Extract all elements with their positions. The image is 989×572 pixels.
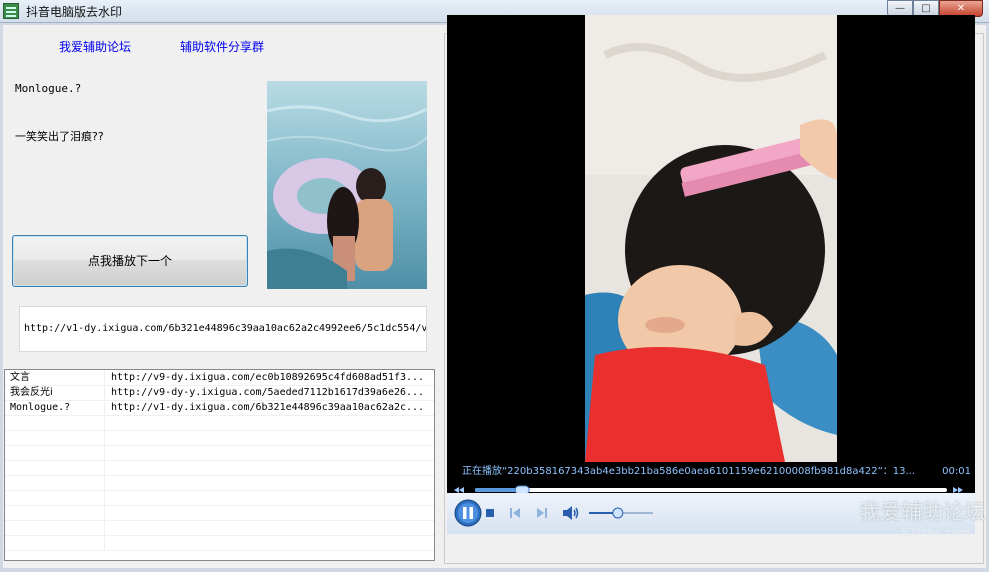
empty-row bbox=[5, 535, 434, 551]
share-group-link[interactable]: 辅助软件分享群 bbox=[180, 38, 264, 55]
list-item[interactable]: 文言 http://v9-dy.ixigua.com/ec0b10892695c… bbox=[5, 370, 434, 386]
stop-icon[interactable] bbox=[485, 508, 495, 518]
list-item-author: 我会反光i bbox=[5, 385, 105, 400]
forum-link[interactable]: 我爱辅助论坛 bbox=[59, 38, 131, 55]
pause-icon[interactable] bbox=[453, 498, 483, 528]
media-player[interactable]: 正在播放“220b358167343ab4e3bb21ba586e0aea610… bbox=[447, 15, 975, 534]
previous-icon[interactable] bbox=[509, 507, 521, 519]
empty-row bbox=[5, 415, 434, 431]
list-item-author: 文言 bbox=[5, 370, 105, 385]
list-item-author: Monlogue.? bbox=[5, 400, 105, 415]
author-label: Monlogue.? bbox=[15, 82, 82, 95]
caption-label: 一笑笑出了泪痕?? bbox=[15, 130, 104, 143]
seek-row bbox=[447, 481, 975, 495]
list-item[interactable]: Monlogue.? http://v1-dy.ixigua.com/6b321… bbox=[5, 400, 434, 416]
playback-status: 正在播放“220b358167343ab4e3bb21ba586e0aea610… bbox=[447, 464, 975, 480]
elapsed-time: 00:01 bbox=[942, 466, 971, 477]
cover-thumbnail bbox=[267, 81, 427, 289]
app-icon bbox=[3, 3, 19, 19]
next-icon[interactable] bbox=[536, 507, 548, 519]
empty-row bbox=[5, 520, 434, 536]
video-frame[interactable] bbox=[585, 15, 837, 462]
empty-row bbox=[5, 445, 434, 461]
volume-slider[interactable] bbox=[587, 506, 657, 520]
empty-row bbox=[5, 505, 434, 521]
watermark-domain: 52fzba.com bbox=[900, 526, 971, 540]
window-title: 抖音电脑版去水印 bbox=[26, 5, 123, 19]
play-next-button[interactable]: 点我播放下一个 bbox=[12, 235, 248, 287]
video-url-field[interactable]: http://v1-dy.ixigua.com/6b321e44896c39aa… bbox=[19, 306, 427, 352]
list-item[interactable]: 我会反光i http://v9-dy-y.ixigua.com/5aeded71… bbox=[5, 385, 434, 401]
list-item-url: http://v9-dy.ixigua.com/ec0b10892695c4fd… bbox=[111, 372, 425, 383]
list-item-url: http://v9-dy-y.ixigua.com/5aeded7112b161… bbox=[111, 387, 425, 398]
empty-row bbox=[5, 430, 434, 446]
volume-icon[interactable] bbox=[562, 505, 580, 521]
list-item-url: http://v1-dy.ixigua.com/6b321e44896c39aa… bbox=[111, 402, 425, 413]
empty-row bbox=[5, 490, 434, 506]
empty-row bbox=[5, 475, 434, 491]
video-list[interactable]: 文言 http://v9-dy.ixigua.com/ec0b10892695c… bbox=[4, 369, 435, 561]
now-playing-text: 正在播放“220b358167343ab4e3bb21ba586e0aea610… bbox=[462, 466, 916, 477]
watermark-text: 我爱辅助论坛 bbox=[859, 500, 985, 524]
empty-row bbox=[5, 460, 434, 476]
left-panel: 我爱辅助论坛 辅助软件分享群 Monlogue.? 一笑笑出了泪痕?? 点我播放… bbox=[3, 25, 438, 568]
